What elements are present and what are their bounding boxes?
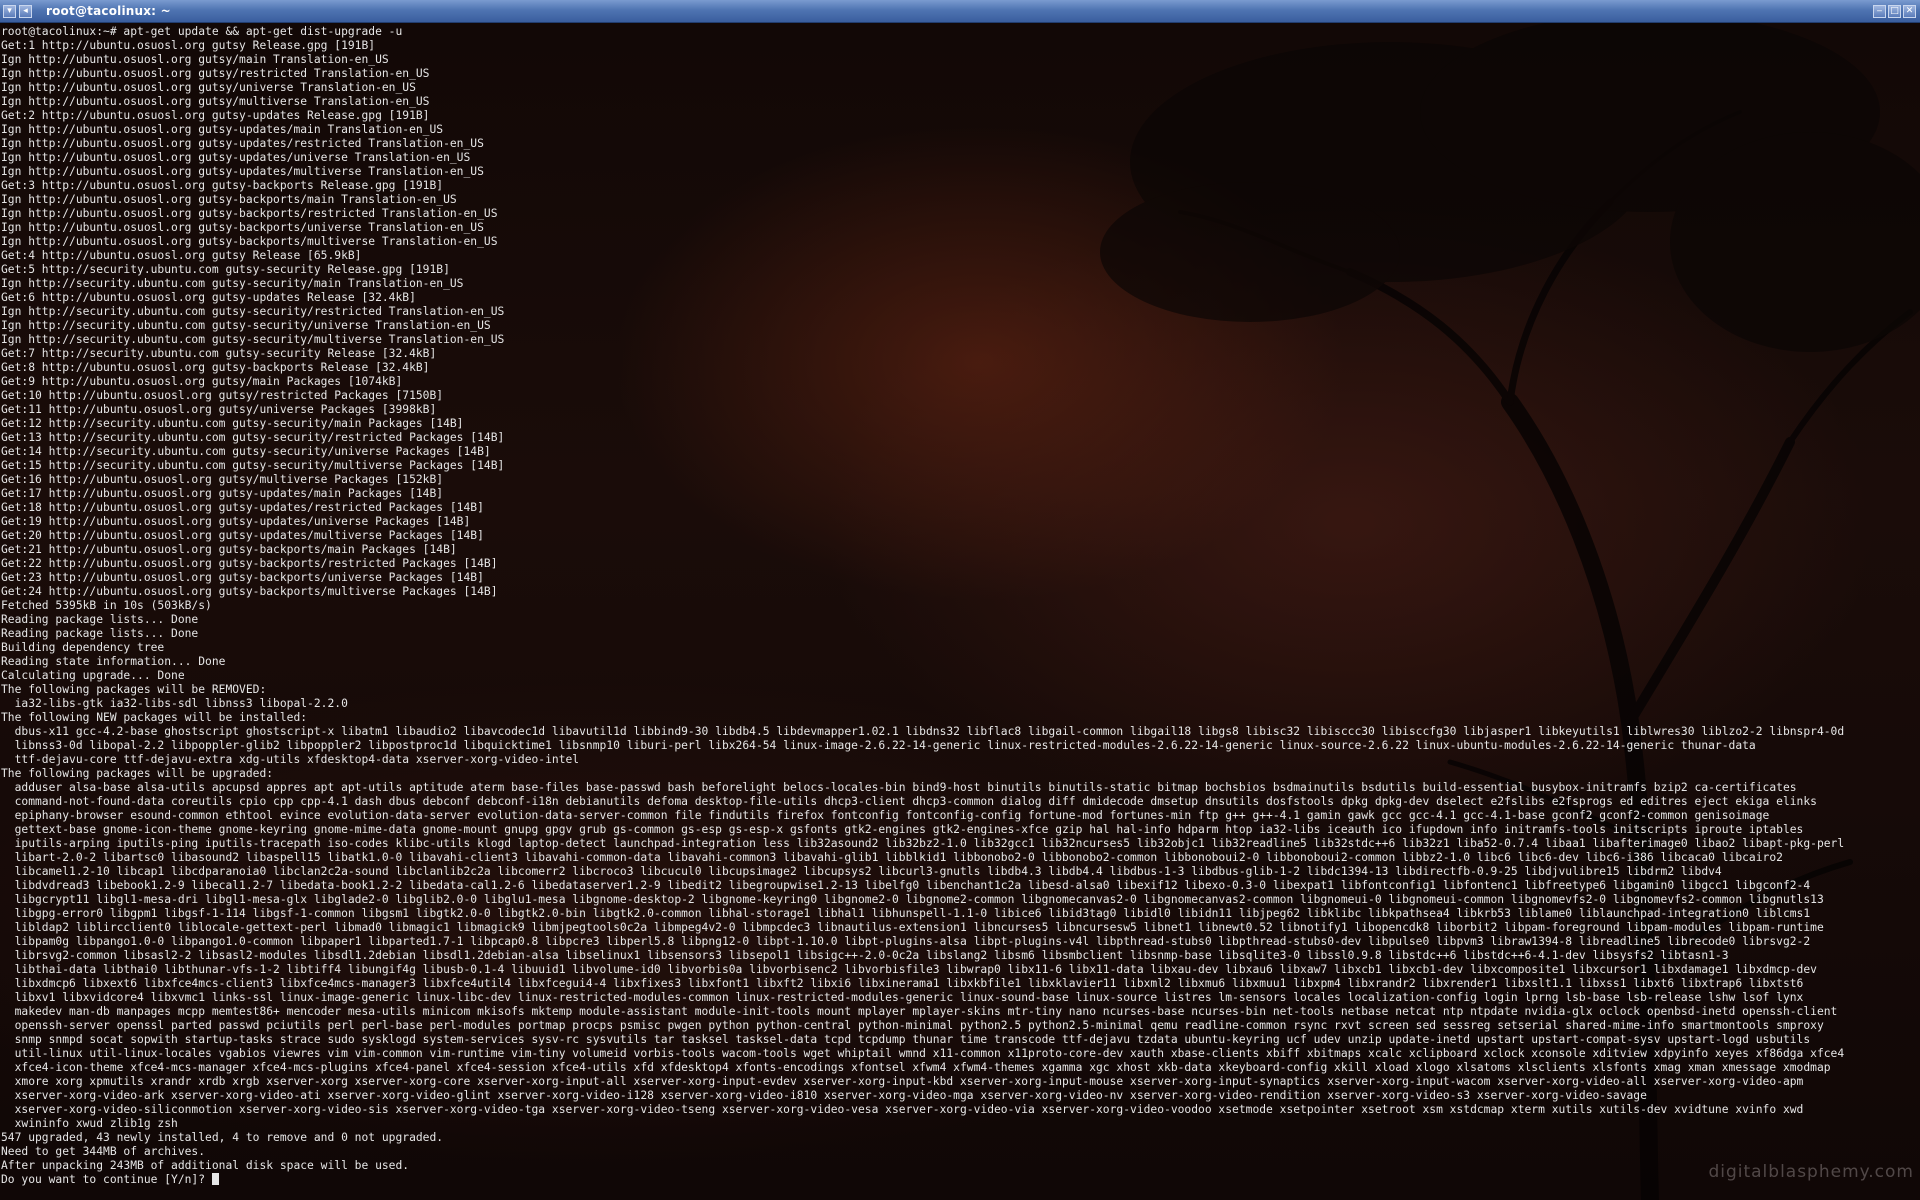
terminal-line: Get:20 http://ubuntu.osuosl.org gutsy-up… xyxy=(1,529,484,542)
terminal-line: libgpg-error0 libgpm1 libgsf-1-114 libgs… xyxy=(1,907,1811,920)
terminal-line: xserver-xorg-video-ark xserver-xorg-vide… xyxy=(1,1089,1647,1102)
terminal-line: libdvdread3 libebook1.2-9 libecal1.2-7 l… xyxy=(1,879,1811,892)
minimize-icon[interactable]: ‒ xyxy=(1873,4,1886,18)
terminal-line: command-not-found-data coreutils cpio cp… xyxy=(1,795,1817,808)
terminal-line: Ign http://ubuntu.osuosl.org gutsy-updat… xyxy=(1,137,484,150)
terminal-line: Get:13 http://security.ubuntu.com gutsy-… xyxy=(1,431,505,444)
terminal-line: libgcrypt11 libgl1-mesa-dri libgl1-mesa-… xyxy=(1,893,1824,906)
terminal-line: Building dependency tree xyxy=(1,641,165,654)
terminal-line: Ign http://ubuntu.osuosl.org gutsy/multi… xyxy=(1,95,430,108)
terminal-line: librsvg2-common libsasl2-2 libsasl2-modu… xyxy=(1,949,1729,962)
terminal-line: Get:10 http://ubuntu.osuosl.org gutsy/re… xyxy=(1,389,444,402)
terminal-line: libldap2 liblircclient0 liblocale-gettex… xyxy=(1,921,1824,934)
terminal-line: libthai-data libthai0 libthunar-vfs-1-2 … xyxy=(1,963,1817,976)
terminal-line: Ign http://ubuntu.osuosl.org gutsy-backp… xyxy=(1,221,484,234)
terminal-line: libxdmcp6 libxext6 libxfce4mcs-client3 l… xyxy=(1,977,1804,990)
terminal-line: Reading state information... Done xyxy=(1,655,226,668)
window-menu-icon[interactable]: ▾ xyxy=(3,4,16,18)
maximize-icon[interactable]: □ xyxy=(1888,4,1901,18)
terminal-line: Get:15 http://security.ubuntu.com gutsy-… xyxy=(1,459,505,472)
terminal-prompt-line[interactable]: Do you want to continue [Y/n]? xyxy=(1,1173,1911,1187)
terminal-line: libxv1 libxvidcore4 libxvmc1 links-ssl l… xyxy=(1,991,1804,1004)
terminal-line: Get:8 http://ubuntu.osuosl.org gutsy-bac… xyxy=(1,361,430,374)
terminal-line: xwininfo xwud zlib1g zsh xyxy=(1,1117,178,1130)
terminal-line: Get:24 http://ubuntu.osuosl.org gutsy-ba… xyxy=(1,585,498,598)
terminal-line: Ign http://security.ubuntu.com gutsy-sec… xyxy=(1,333,505,346)
wallpaper-watermark: digitalblasphemy.com xyxy=(1708,1162,1914,1182)
terminal-line: Ign http://ubuntu.osuosl.org gutsy/restr… xyxy=(1,67,430,80)
terminal-line: Get:11 http://ubuntu.osuosl.org gutsy/un… xyxy=(1,403,437,416)
terminal-line: libcamel1.2-10 libcap1 libcdparanoia0 li… xyxy=(1,865,1722,878)
terminal-line: openssh-server openssl parted passwd pci… xyxy=(1,1019,1824,1032)
terminal-line: Get:12 http://security.ubuntu.com gutsy-… xyxy=(1,417,464,430)
terminal-line: epiphany-browser esound-common ethtool e… xyxy=(1,809,1770,822)
text-cursor[interactable] xyxy=(211,1173,219,1185)
terminal-line: Calculating upgrade... Done xyxy=(1,669,185,682)
terminal-line: iputils-arping iputils-ping iputils-trac… xyxy=(1,837,1845,850)
terminal-line: Get:1 http://ubuntu.osuosl.org gutsy Rel… xyxy=(1,39,376,52)
terminal-line: Get:7 http://security.ubuntu.com gutsy-s… xyxy=(1,347,437,360)
terminal-line: libart-2.0-2 libartsc0 libasound2 libasp… xyxy=(1,851,1783,864)
terminal-line: Ign http://ubuntu.osuosl.org gutsy-backp… xyxy=(1,207,498,220)
terminal-line: Ign http://security.ubuntu.com gutsy-sec… xyxy=(1,319,491,332)
terminal-line: Ign http://ubuntu.osuosl.org gutsy-updat… xyxy=(1,165,484,178)
terminal-line: Ign http://ubuntu.osuosl.org gutsy-backp… xyxy=(1,193,457,206)
window-shade-icon[interactable]: ◂ xyxy=(19,4,32,18)
terminal-line: Reading package lists... Done xyxy=(1,627,199,640)
terminal-line: Get:9 http://ubuntu.osuosl.org gutsy/mai… xyxy=(1,375,403,388)
terminal-line: snmp snmpd socat sopwith startup-tasks s… xyxy=(1,1033,1811,1046)
terminal-line: Get:2 http://ubuntu.osuosl.org gutsy-upd… xyxy=(1,109,430,122)
terminal-line: Ign http://ubuntu.osuosl.org gutsy-updat… xyxy=(1,151,471,164)
terminal-line: The following packages will be upgraded: xyxy=(1,767,274,780)
terminal-line: The following packages will be REMOVED: xyxy=(1,683,267,696)
terminal-line: Ign http://ubuntu.osuosl.org gutsy/main … xyxy=(1,53,389,66)
window-title: root@tacolinux: ~ xyxy=(46,4,171,18)
terminal-line: Get:19 http://ubuntu.osuosl.org gutsy-up… xyxy=(1,515,471,528)
terminal-line: Get:23 http://ubuntu.osuosl.org gutsy-ba… xyxy=(1,571,484,584)
terminal-line: Fetched 5395kB in 10s (503kB/s) xyxy=(1,599,212,612)
terminal-line: root@tacolinux:~# apt-get update && apt-… xyxy=(1,25,403,38)
continue-prompt: Do you want to continue [Y/n]? xyxy=(1,1173,212,1186)
terminal-line: Get:18 http://ubuntu.osuosl.org gutsy-up… xyxy=(1,501,484,514)
terminal-line: Get:17 http://ubuntu.osuosl.org gutsy-up… xyxy=(1,487,444,500)
terminal-line: Need to get 344MB of archives. xyxy=(1,1145,206,1158)
terminal-line: Get:16 http://ubuntu.osuosl.org gutsy/mu… xyxy=(1,473,444,486)
terminal-line: Ign http://security.ubuntu.com gutsy-sec… xyxy=(1,305,505,318)
terminal-line: Get:14 http://security.ubuntu.com gutsy-… xyxy=(1,445,491,458)
terminal-line: 547 upgraded, 43 newly installed, 4 to r… xyxy=(1,1131,444,1144)
terminal-output[interactable]: root@tacolinux:~# apt-get update && apt-… xyxy=(1,25,1911,1195)
terminal-line: gettext-base gnome-icon-theme gnome-keyr… xyxy=(1,823,1804,836)
terminal-line: Ign http://ubuntu.osuosl.org gutsy-updat… xyxy=(1,123,444,136)
terminal-line: Get:3 http://ubuntu.osuosl.org gutsy-bac… xyxy=(1,179,444,192)
terminal-line: After unpacking 243MB of additional disk… xyxy=(1,1159,410,1172)
terminal-line: Get:6 http://ubuntu.osuosl.org gutsy-upd… xyxy=(1,291,416,304)
terminal-line: Ign http://ubuntu.osuosl.org gutsy-backp… xyxy=(1,235,498,248)
terminal-line: Get:22 http://ubuntu.osuosl.org gutsy-ba… xyxy=(1,557,498,570)
terminal-line: adduser alsa-base alsa-utils apcupsd app… xyxy=(1,781,1797,794)
terminal-line: Get:21 http://ubuntu.osuosl.org gutsy-ba… xyxy=(1,543,457,556)
close-icon[interactable]: ✕ xyxy=(1903,4,1916,18)
terminal-line: Get:4 http://ubuntu.osuosl.org gutsy Rel… xyxy=(1,249,362,262)
terminal-line: ttf-dejavu-core ttf-dejavu-extra xdg-uti… xyxy=(1,753,580,766)
terminal-line: ia32-libs-gtk ia32-libs-sdl libnss3 libo… xyxy=(1,697,348,710)
window-titlebar[interactable]: ▾ ◂ root@tacolinux: ~ ‒ □ ✕ xyxy=(0,0,1920,23)
terminal-line: Reading package lists... Done xyxy=(1,613,199,626)
terminal-line: xmore xorg xpmutils xrandr xrdb xrgb xse… xyxy=(1,1075,1804,1088)
terminal-line: The following NEW packages will be insta… xyxy=(1,711,308,724)
terminal-line: libpam0g libpango1.0-0 libpango1.0-commo… xyxy=(1,935,1811,948)
terminal-line: Get:5 http://security.ubuntu.com gutsy-s… xyxy=(1,263,450,276)
terminal-line: util-linux util-linux-locales vgabios vi… xyxy=(1,1047,1845,1060)
terminal-line: makedev man-db manpages mcpp memtest86+ … xyxy=(1,1005,1838,1018)
terminal-line: libnss3-0d libopal-2.2 libpoppler-glib2 … xyxy=(1,739,1756,752)
terminal-line: xfce4-icon-theme xfce4-mcs-manager xfce4… xyxy=(1,1061,1831,1074)
terminal-line: dbus-x11 gcc-4.2-base ghostscript ghosts… xyxy=(1,725,1845,738)
terminal-line: Ign http://security.ubuntu.com gutsy-sec… xyxy=(1,277,464,290)
terminal-line: xserver-xorg-video-siliconmotion xserver… xyxy=(1,1103,1804,1116)
terminal-line: Ign http://ubuntu.osuosl.org gutsy/unive… xyxy=(1,81,416,94)
